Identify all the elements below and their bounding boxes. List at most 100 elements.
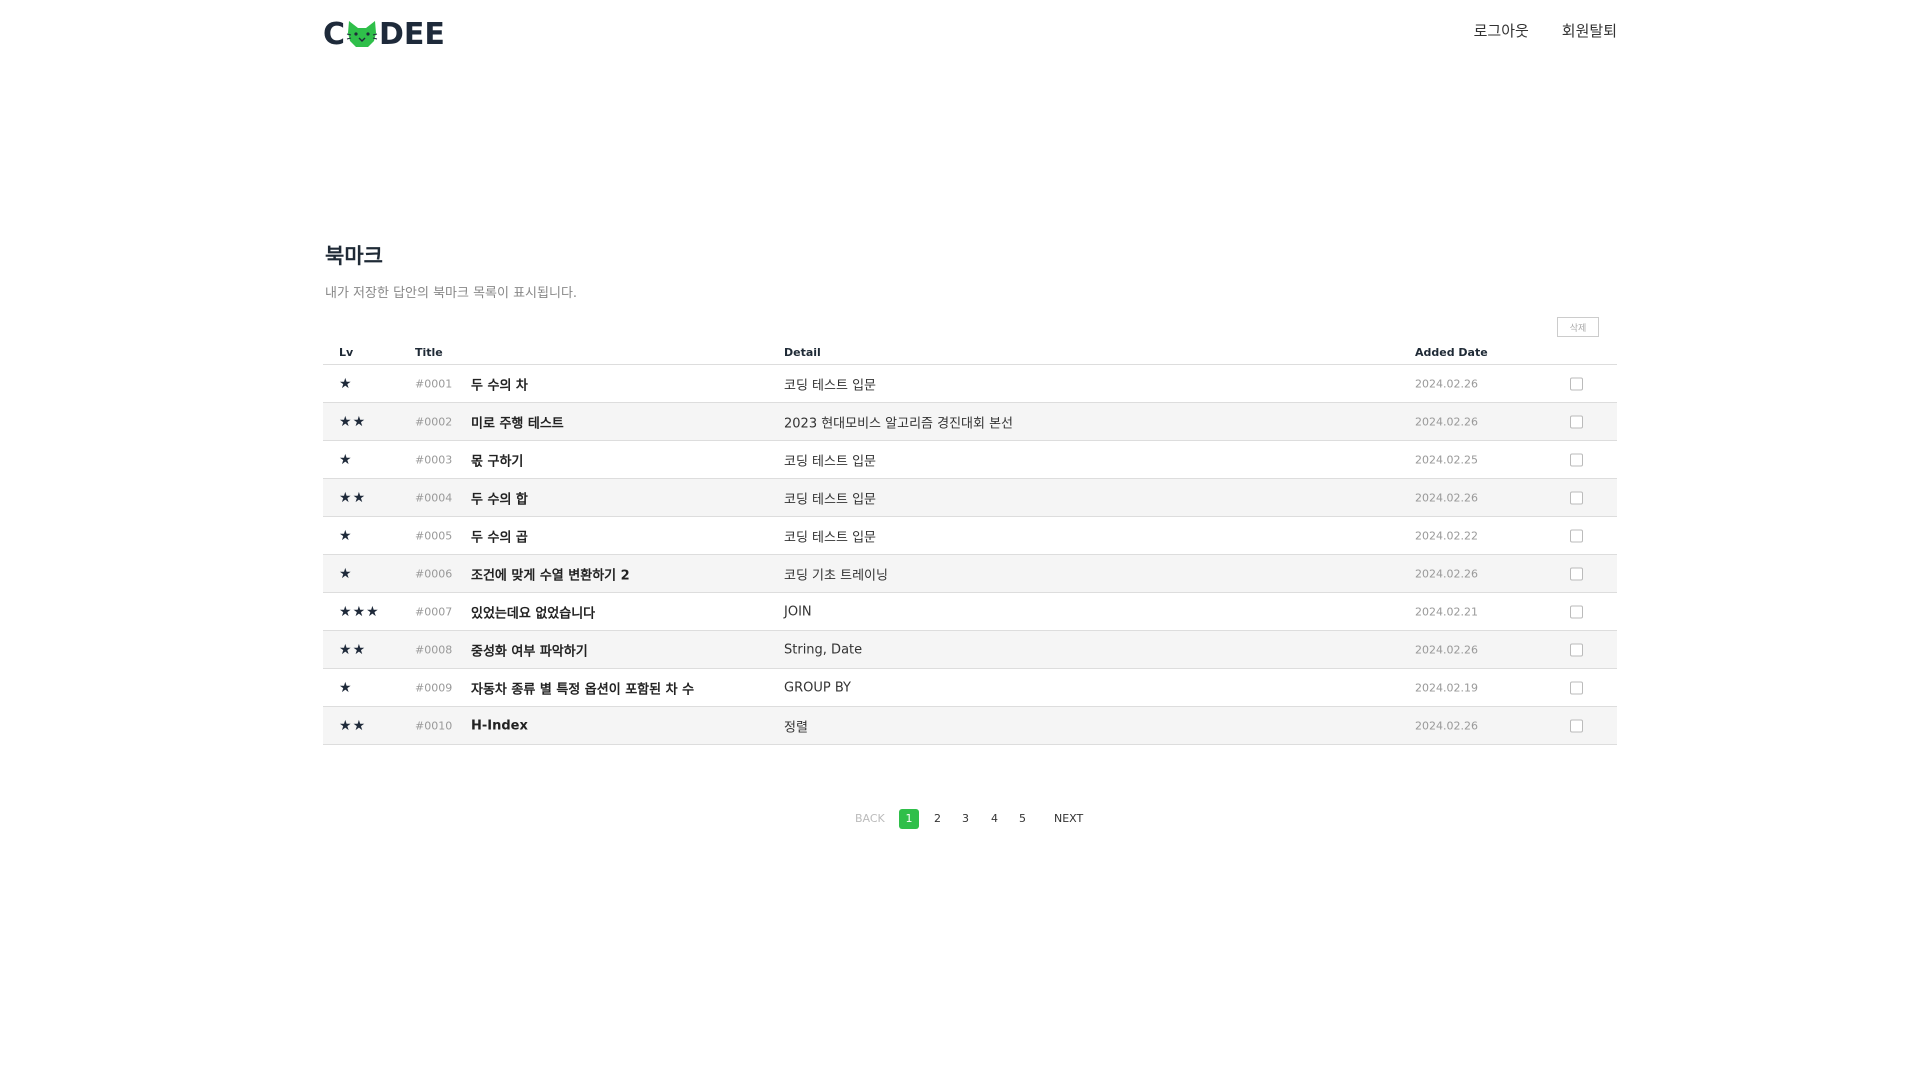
star-icon: ★ bbox=[339, 489, 352, 506]
row-checkbox[interactable] bbox=[1570, 529, 1583, 542]
star-icon: ★ bbox=[366, 603, 379, 620]
table-row[interactable]: ★ ★ #0004 두 수의 합 코딩 테스트 입문 2024.02.26 bbox=[323, 479, 1617, 517]
problem-title[interactable]: 중성화 여부 파악하기 bbox=[471, 640, 588, 659]
problem-detail: GROUP BY bbox=[784, 680, 851, 695]
added-date: 2024.02.26 bbox=[1415, 415, 1478, 428]
pagination-page-1[interactable]: 1 bbox=[899, 809, 919, 829]
row-checkbox[interactable] bbox=[1570, 719, 1583, 732]
problem-detail: 코딩 테스트 입문 bbox=[784, 492, 876, 507]
problem-number: #0005 bbox=[415, 529, 453, 542]
problem-detail: String, Date bbox=[784, 642, 863, 657]
problem-detail: JOIN bbox=[784, 604, 812, 619]
pagination-back[interactable]: BACK bbox=[855, 809, 885, 829]
problem-number: #0003 bbox=[415, 453, 453, 466]
pagination: BACK 1 2 3 4 5 NEXT bbox=[0, 809, 1920, 829]
pagination-page-5[interactable]: 5 bbox=[1019, 809, 1026, 829]
table-row[interactable]: ★ ★ #0008 중성화 여부 파악하기 String, Date 2024.02.26 bbox=[323, 631, 1617, 669]
row-checkbox[interactable] bbox=[1570, 377, 1583, 390]
pagination-page-2[interactable]: 2 bbox=[934, 809, 941, 829]
star-icon: ★ bbox=[339, 451, 352, 468]
top-nav: 로그아웃 회원탈퇴 bbox=[1474, 20, 1617, 41]
column-header-lv: Lv bbox=[339, 346, 354, 359]
problem-title[interactable]: 조건에 맞게 수열 변환하기 2 bbox=[471, 564, 630, 583]
logo[interactable]: C DEE bbox=[323, 16, 445, 52]
table-row[interactable]: ★ #0003 몫 구하기 코딩 테스트 입문 2024.02.25 bbox=[323, 441, 1617, 479]
delete-button[interactable]: 삭제 bbox=[1557, 317, 1599, 337]
problem-title[interactable]: 두 수의 차 bbox=[471, 374, 528, 393]
row-checkbox[interactable] bbox=[1570, 415, 1583, 428]
table-row[interactable]: ★ #0001 두 수의 차 코딩 테스트 입문 2024.02.26 bbox=[323, 365, 1617, 403]
pagination-page-4[interactable]: 4 bbox=[991, 809, 998, 829]
problem-title[interactable]: 두 수의 곱 bbox=[471, 526, 528, 545]
problem-number: #0004 bbox=[415, 491, 453, 504]
star-icon: ★ bbox=[352, 603, 366, 620]
star-icon: ★ bbox=[339, 679, 352, 696]
withdraw-link[interactable]: 회원탈퇴 bbox=[1562, 20, 1617, 41]
level-stars: ★ ★ bbox=[339, 719, 365, 733]
row-checkbox[interactable] bbox=[1570, 453, 1583, 466]
level-stars: ★ ★ ★ bbox=[339, 605, 379, 619]
star-icon: ★ bbox=[339, 527, 352, 544]
problem-detail: 코딩 테스트 입문 bbox=[784, 530, 876, 545]
header: C DEE 로그아웃 회원탈퇴 bbox=[323, 16, 1617, 52]
star-icon: ★ bbox=[339, 603, 352, 620]
problem-title[interactable]: 있었는데요 없었습니다 bbox=[471, 602, 595, 621]
added-date: 2024.02.19 bbox=[1415, 681, 1478, 694]
problem-detail: 코딩 테스트 입문 bbox=[784, 454, 876, 469]
added-date: 2024.02.26 bbox=[1415, 567, 1478, 580]
problem-number: #0007 bbox=[415, 605, 453, 618]
problem-number: #0009 bbox=[415, 681, 453, 694]
logo-text-right: DEE bbox=[379, 16, 445, 52]
added-date: 2024.02.26 bbox=[1415, 643, 1478, 656]
table-row[interactable]: ★ ★ #0010 H-Index 정렬 2024.02.26 bbox=[323, 707, 1617, 745]
logout-link[interactable]: 로그아웃 bbox=[1474, 20, 1529, 41]
table-row[interactable]: ★ ★ ★ #0007 있었는데요 없었습니다 JOIN 2024.02.21 bbox=[323, 593, 1617, 631]
added-date: 2024.02.26 bbox=[1415, 491, 1478, 504]
star-icon: ★ bbox=[352, 413, 366, 430]
problem-title[interactable]: 두 수의 합 bbox=[471, 488, 528, 507]
problem-detail: 2023 현대모비스 알고리즘 경진대회 본선 bbox=[784, 416, 1014, 431]
problem-number: #0001 bbox=[415, 377, 453, 390]
problem-number: #0010 bbox=[415, 719, 453, 732]
table-header: Lv Title Detail Added Date bbox=[323, 340, 1617, 365]
star-icon: ★ bbox=[352, 641, 366, 658]
table-row[interactable]: ★ ★ #0002 미로 주행 테스트 2023 현대모비스 알고리즘 경진대회 본선 2… bbox=[323, 403, 1617, 441]
pagination-next[interactable]: NEXT bbox=[1054, 809, 1083, 829]
row-checkbox[interactable] bbox=[1570, 491, 1583, 504]
level-stars: ★ bbox=[339, 529, 352, 543]
added-date: 2024.02.26 bbox=[1415, 719, 1478, 732]
page-title: 북마크 bbox=[325, 244, 383, 268]
column-header-detail: Detail bbox=[784, 346, 821, 359]
page-subtitle: 내가 저장한 답안의 북마크 목록이 표시됩니다. bbox=[325, 286, 578, 301]
logo-text-left: C bbox=[323, 16, 346, 52]
table-body: ★ #0001 두 수의 차 코딩 테스트 입문 2024.02.26 ★ ★ #0002 미로… bbox=[323, 365, 1617, 745]
star-icon: ★ bbox=[339, 565, 352, 582]
table-row[interactable]: ★ #0006 조건에 맞게 수열 변환하기 2 코딩 기초 트레이닝 2024.02.… bbox=[323, 555, 1617, 593]
star-icon: ★ bbox=[339, 413, 352, 430]
star-icon: ★ bbox=[339, 375, 352, 392]
problem-detail: 정렬 bbox=[784, 720, 808, 735]
problem-title[interactable]: 자동차 종류 별 특정 옵션이 포함된 차 수 bbox=[471, 678, 694, 697]
row-checkbox[interactable] bbox=[1570, 605, 1583, 618]
bookmark-table: Lv Title Detail Added Date ★ #0001 두 수의 차코… bbox=[323, 340, 1617, 745]
problem-title[interactable]: H-Index bbox=[471, 718, 528, 733]
level-stars: ★ bbox=[339, 377, 352, 391]
table-row[interactable]: ★ #0009 자동차 종류 별 특정 옵션이 포함된 차 수 GROUP BY 202… bbox=[323, 669, 1617, 707]
row-checkbox[interactable] bbox=[1570, 681, 1583, 694]
problem-number: #0002 bbox=[415, 415, 453, 428]
row-checkbox[interactable] bbox=[1570, 643, 1583, 656]
problem-title[interactable]: 미로 주행 테스트 bbox=[471, 412, 564, 431]
table-row[interactable]: ★ #0005 두 수의 곱 코딩 테스트 입문 2024.02.22 bbox=[323, 517, 1617, 555]
column-header-title: Title bbox=[415, 346, 443, 359]
problem-title[interactable]: 몫 구하기 bbox=[471, 450, 523, 469]
added-date: 2024.02.22 bbox=[1415, 529, 1478, 542]
added-date: 2024.02.25 bbox=[1415, 453, 1478, 466]
row-checkbox[interactable] bbox=[1570, 567, 1583, 580]
pagination-page-3[interactable]: 3 bbox=[962, 809, 969, 829]
problem-number: #0006 bbox=[415, 567, 453, 580]
level-stars: ★ bbox=[339, 681, 352, 695]
star-icon: ★ bbox=[339, 717, 352, 734]
column-header-date: Added Date bbox=[1415, 346, 1488, 359]
level-stars: ★ bbox=[339, 567, 352, 581]
problem-number: #0008 bbox=[415, 643, 453, 656]
